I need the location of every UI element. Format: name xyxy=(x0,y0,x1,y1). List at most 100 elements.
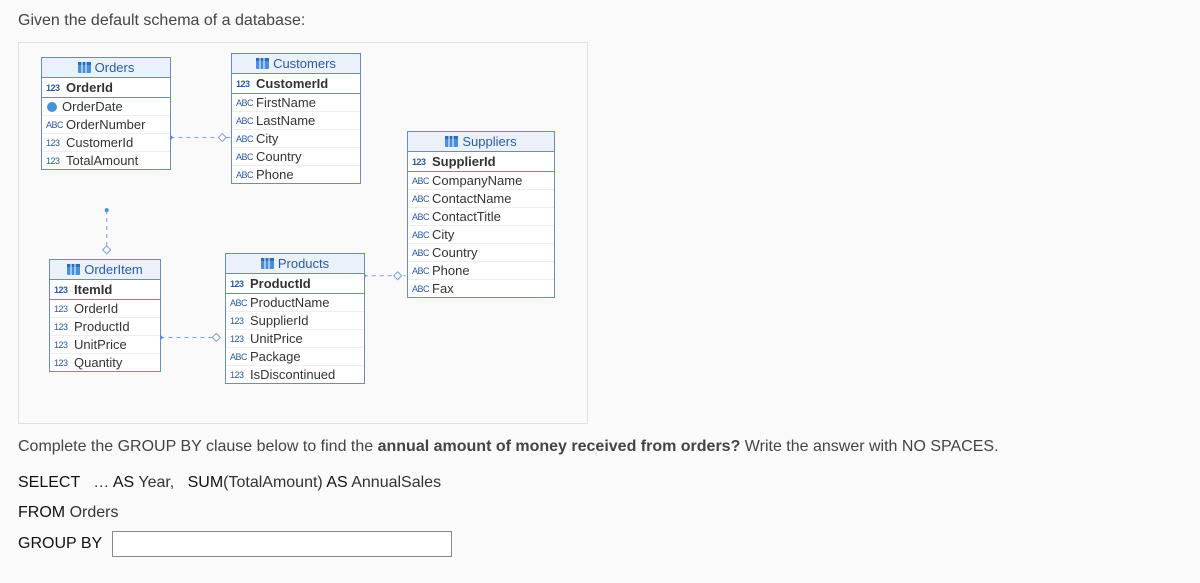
type-number-icon: 123 xyxy=(54,304,72,314)
table-column: ABCCity xyxy=(408,225,554,243)
type-text-icon: ABC xyxy=(230,298,248,308)
sql-alias-year: Year, xyxy=(138,474,174,491)
table-column: 123IsDiscontinued xyxy=(226,365,364,383)
schema-diagram: Orders 123 OrderId OrderDate ABCOrderNum… xyxy=(18,42,588,424)
table-column: ABCProductName xyxy=(226,294,364,311)
table-orders-columns: OrderDate ABCOrderNumber 123CustomerId 1… xyxy=(42,98,170,169)
column-name: Fax xyxy=(432,281,454,296)
column-name: FirstName xyxy=(256,95,316,110)
sql-groupby-line: GROUP BY xyxy=(18,529,1182,559)
table-column: ABCOrderNumber xyxy=(42,115,170,133)
column-name: UnitPrice xyxy=(250,331,303,346)
sql-keyword-as: AS xyxy=(326,474,347,491)
type-text-icon: ABC xyxy=(236,98,254,108)
table-column: 123OrderId xyxy=(50,300,160,317)
table-orders-pk: 123 OrderId xyxy=(42,78,170,98)
table-customers: Customers 123 CustomerId ABCFirstName AB… xyxy=(231,53,361,184)
table-orders-title: Orders xyxy=(95,60,135,75)
column-name: UnitPrice xyxy=(74,337,127,352)
table-column: ABCContactName xyxy=(408,189,554,207)
table-column: ABCFax xyxy=(408,279,554,297)
type-number-icon: 123 xyxy=(54,358,72,368)
table-products-header: Products xyxy=(226,254,364,274)
table-icon xyxy=(78,62,91,73)
type-number-icon: 123 xyxy=(54,322,72,332)
column-name: Package xyxy=(250,349,301,364)
sql-block: SELECT … AS Year, SUM(TotalAmount) AS An… xyxy=(18,468,1182,559)
column-name: ProductId xyxy=(250,276,311,291)
groupby-input[interactable] xyxy=(112,531,452,557)
sql-keyword-from: FROM xyxy=(18,504,65,521)
table-orderitem-columns: 123OrderId 123ProductId 123UnitPrice 123… xyxy=(50,300,160,371)
column-name: Phone xyxy=(432,263,470,278)
type-text-icon: ABC xyxy=(46,120,64,130)
column-name: City xyxy=(432,227,454,242)
column-name: OrderDate xyxy=(62,99,123,114)
table-orderitem: OrderItem 123 ItemId 123OrderId 123Produ… xyxy=(49,259,161,372)
sql-sum-arg: (TotalAmount) xyxy=(223,474,323,491)
table-orders: Orders 123 OrderId OrderDate ABCOrderNum… xyxy=(41,57,171,170)
table-column: ABCCountry xyxy=(408,243,554,261)
table-column: 123ProductId xyxy=(50,317,160,335)
question-text: Complete the GROUP BY clause below to fi… xyxy=(18,438,1182,456)
type-text-icon: ABC xyxy=(236,134,254,144)
table-customers-title: Customers xyxy=(273,56,336,71)
type-number-icon: 123 xyxy=(46,83,64,93)
column-name: OrderId xyxy=(74,301,118,316)
table-column: 123UnitPrice xyxy=(50,335,160,353)
table-icon xyxy=(445,136,458,147)
table-suppliers: Suppliers 123 SupplierId ABCCompanyName … xyxy=(407,131,555,298)
sql-function-sum: SUM xyxy=(188,474,224,491)
type-number-icon: 123 xyxy=(230,370,248,380)
sql-from-line: FROM Orders xyxy=(18,498,1182,528)
type-number-icon: 123 xyxy=(230,334,248,344)
type-text-icon: ABC xyxy=(412,266,430,276)
column-name: ItemId xyxy=(74,282,112,297)
column-name: CustomerId xyxy=(66,135,133,150)
type-number-icon: 123 xyxy=(46,138,64,148)
type-text-icon: ABC xyxy=(412,176,430,186)
table-column: 123UnitPrice xyxy=(226,329,364,347)
type-number-icon: 123 xyxy=(46,156,64,166)
sql-from-table: Orders xyxy=(70,504,119,521)
sql-select-line: SELECT … AS Year, SUM(TotalAmount) AS An… xyxy=(18,468,1182,498)
type-text-icon: ABC xyxy=(412,194,430,204)
table-orderitem-pk: 123 ItemId xyxy=(50,280,160,300)
question-suffix: Write the answer with NO SPACES. xyxy=(740,438,998,455)
table-column: ABCLastName xyxy=(232,111,360,129)
table-column: ABCCity xyxy=(232,129,360,147)
table-products-title: Products xyxy=(278,256,329,271)
column-name: CustomerId xyxy=(256,76,328,91)
table-column: 123SupplierId xyxy=(226,311,364,329)
column-name: ProductId xyxy=(74,319,130,334)
table-customers-pk: 123 CustomerId xyxy=(232,74,360,94)
column-name: Country xyxy=(256,149,302,164)
table-orderitem-title: OrderItem xyxy=(84,262,143,277)
table-products-pk: 123 ProductId xyxy=(226,274,364,294)
column-name: ContactName xyxy=(432,191,511,206)
type-text-icon: ABC xyxy=(230,352,248,362)
column-name: Quantity xyxy=(74,355,122,370)
table-column: ABCCompanyName xyxy=(408,172,554,189)
table-customers-header: Customers xyxy=(232,54,360,74)
sql-ellipsis: … xyxy=(93,474,109,491)
column-name: OrderId xyxy=(66,80,113,95)
type-text-icon: ABC xyxy=(236,116,254,126)
sql-keyword-select: SELECT xyxy=(18,474,80,491)
table-suppliers-columns: ABCCompanyName ABCContactName ABCContact… xyxy=(408,172,554,297)
table-products-columns: ABCProductName 123SupplierId 123UnitPric… xyxy=(226,294,364,383)
table-column: ABCPhone xyxy=(408,261,554,279)
type-number-icon: 123 xyxy=(54,285,72,295)
table-icon xyxy=(256,58,269,69)
type-number-icon: 123 xyxy=(412,157,430,167)
type-text-icon: ABC xyxy=(412,212,430,222)
column-name: Country xyxy=(432,245,478,260)
type-text-icon: ABC xyxy=(236,152,254,162)
table-suppliers-header: Suppliers xyxy=(408,132,554,152)
column-name: ProductName xyxy=(250,295,329,310)
table-suppliers-title: Suppliers xyxy=(462,134,516,149)
sql-alias-annualsales: AnnualSales xyxy=(351,474,441,491)
table-icon xyxy=(67,264,80,275)
table-column: 123TotalAmount xyxy=(42,151,170,169)
type-number-icon: 123 xyxy=(230,279,248,289)
